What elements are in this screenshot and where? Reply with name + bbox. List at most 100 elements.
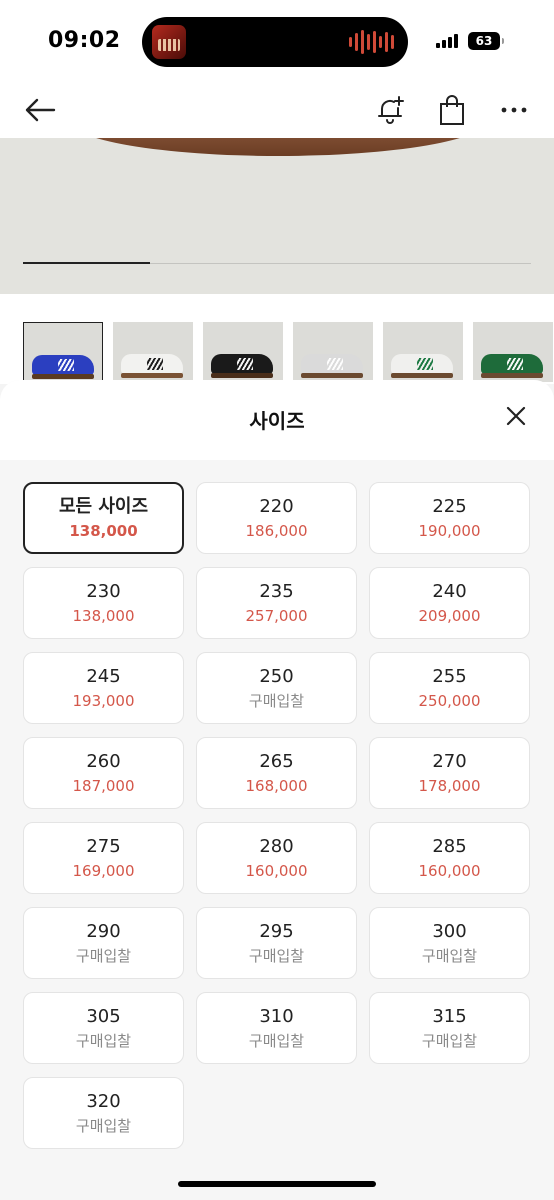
size-option[interactable]: 320 구매입찰 bbox=[23, 1077, 184, 1149]
size-price: 250,000 bbox=[418, 691, 481, 710]
size-option[interactable]: 250 구매입찰 bbox=[196, 652, 357, 724]
sneaker-thumbnail-image bbox=[301, 354, 363, 378]
carousel-progress-fill bbox=[23, 262, 150, 264]
size-bottom-sheet: 사이즈 모든 사이즈 138,000 220 186,000 225 190,000 230… bbox=[0, 380, 554, 1200]
size-label: 305 bbox=[86, 1005, 121, 1027]
size-price: 168,000 bbox=[245, 776, 308, 795]
size-label: 245 bbox=[86, 665, 121, 687]
size-price: 178,000 bbox=[418, 776, 481, 795]
bid-label: 구매입찰 bbox=[75, 946, 132, 965]
size-label: 310 bbox=[259, 1005, 294, 1027]
color-thumbnail[interactable]: #shoe2::after{background:#4a2e1a;} bbox=[203, 322, 283, 382]
size-price: 169,000 bbox=[72, 861, 135, 880]
audio-waveform-icon bbox=[349, 30, 394, 54]
close-icon[interactable] bbox=[498, 398, 534, 434]
size-price: 187,000 bbox=[72, 776, 135, 795]
size-option[interactable]: 255 250,000 bbox=[369, 652, 530, 724]
size-price: 257,000 bbox=[245, 606, 308, 625]
back-arrow-icon[interactable] bbox=[18, 88, 62, 132]
size-label: 290 bbox=[86, 920, 121, 942]
sheet-title: 사이즈 bbox=[249, 409, 305, 433]
size-option[interactable]: 300 구매입찰 bbox=[369, 907, 530, 979]
size-label: 220 bbox=[259, 495, 294, 517]
size-option[interactable]: 260 187,000 bbox=[23, 737, 184, 809]
more-icon[interactable] bbox=[492, 88, 536, 132]
sneaker-thumbnail-image bbox=[121, 354, 183, 378]
size-label: 295 bbox=[259, 920, 294, 942]
size-label: 255 bbox=[432, 665, 467, 687]
size-option[interactable]: 280 160,000 bbox=[196, 822, 357, 894]
size-option[interactable]: 315 구매입찰 bbox=[369, 992, 530, 1064]
bid-label: 구매입찰 bbox=[75, 1116, 132, 1135]
size-option[interactable]: 275 169,000 bbox=[23, 822, 184, 894]
stripes-icon bbox=[507, 358, 523, 370]
sneaker-thumbnail-image bbox=[32, 355, 94, 379]
bid-label: 구매입찰 bbox=[421, 946, 478, 965]
size-option[interactable]: 240 209,000 bbox=[369, 567, 530, 639]
top-nav-bar bbox=[0, 82, 554, 138]
size-price: 190,000 bbox=[418, 521, 481, 540]
color-thumbnail[interactable]: #shoe5::after{background:#6b4a30;} bbox=[473, 322, 553, 382]
size-label: 265 bbox=[259, 750, 294, 772]
size-option-all[interactable]: 모든 사이즈 138,000 bbox=[23, 482, 184, 554]
carousel-progress-track bbox=[23, 262, 531, 264]
size-option[interactable]: 220 186,000 bbox=[196, 482, 357, 554]
size-label: 300 bbox=[432, 920, 467, 942]
color-thumbnail[interactable]: #shoe0::after{background:#5a3a20;} bbox=[23, 322, 103, 382]
dynamic-island[interactable] bbox=[142, 17, 408, 67]
sneaker-thumbnail-image bbox=[211, 354, 273, 378]
size-label: 모든 사이즈 bbox=[58, 495, 149, 517]
battery-icon: 63 bbox=[468, 32, 504, 50]
size-label: 250 bbox=[259, 665, 294, 687]
color-thumbnail[interactable]: #shoe3::after{background:#6b4a30;} bbox=[293, 322, 373, 382]
sheet-header: 사이즈 bbox=[0, 380, 554, 460]
size-grid: 모든 사이즈 138,000 220 186,000 225 190,000 230 138,… bbox=[23, 482, 531, 1149]
size-label: 260 bbox=[86, 750, 121, 772]
size-option[interactable]: 230 138,000 bbox=[23, 567, 184, 639]
product-image-carousel[interactable] bbox=[0, 138, 554, 294]
color-thumbnail-strip: #shoe0::after{background:#5a3a20;}#shoe1… bbox=[0, 294, 554, 384]
product-image bbox=[68, 138, 488, 156]
stripes-icon bbox=[58, 359, 74, 371]
bid-label: 구매입찰 bbox=[248, 1031, 305, 1050]
size-label: 285 bbox=[432, 835, 467, 857]
size-option[interactable]: 285 160,000 bbox=[369, 822, 530, 894]
size-price: 138,000 bbox=[69, 521, 138, 540]
color-thumbnail[interactable]: #shoe1::after{background:#7a5234;} bbox=[113, 322, 193, 382]
stripes-icon bbox=[327, 358, 343, 370]
size-price: 193,000 bbox=[72, 691, 135, 710]
size-option[interactable]: 245 193,000 bbox=[23, 652, 184, 724]
size-label: 270 bbox=[432, 750, 467, 772]
bid-label: 구매입찰 bbox=[75, 1031, 132, 1050]
size-label: 320 bbox=[86, 1090, 121, 1112]
size-option[interactable]: 270 178,000 bbox=[369, 737, 530, 809]
bell-plus-icon[interactable] bbox=[368, 88, 412, 132]
size-label: 235 bbox=[259, 580, 294, 602]
bid-label: 구매입찰 bbox=[248, 691, 305, 710]
home-indicator bbox=[178, 1181, 376, 1187]
size-option[interactable]: 290 구매입찰 bbox=[23, 907, 184, 979]
size-option[interactable]: 295 구매입찰 bbox=[196, 907, 357, 979]
size-option[interactable]: 265 168,000 bbox=[196, 737, 357, 809]
size-option[interactable]: 225 190,000 bbox=[369, 482, 530, 554]
bid-label: 구매입찰 bbox=[248, 946, 305, 965]
size-label: 315 bbox=[432, 1005, 467, 1027]
size-label: 230 bbox=[86, 580, 121, 602]
size-label: 280 bbox=[259, 835, 294, 857]
stripes-icon bbox=[237, 358, 253, 370]
size-price: 186,000 bbox=[245, 521, 308, 540]
size-option[interactable]: 235 257,000 bbox=[196, 567, 357, 639]
bid-label: 구매입찰 bbox=[421, 1031, 478, 1050]
stripes-icon bbox=[147, 358, 163, 370]
color-thumbnail[interactable]: #shoe4::after{background:#6b4a30;} bbox=[383, 322, 463, 382]
size-price: 138,000 bbox=[72, 606, 135, 625]
size-option[interactable]: 310 구매입찰 bbox=[196, 992, 357, 1064]
size-option[interactable]: 305 구매입찰 bbox=[23, 992, 184, 1064]
size-price: 160,000 bbox=[418, 861, 481, 880]
size-price: 160,000 bbox=[245, 861, 308, 880]
album-art-icon bbox=[152, 25, 186, 59]
size-price: 209,000 bbox=[418, 606, 481, 625]
status-time: 09:02 bbox=[48, 28, 121, 53]
shopping-bag-icon[interactable] bbox=[430, 88, 474, 132]
signal-icon bbox=[436, 34, 458, 48]
